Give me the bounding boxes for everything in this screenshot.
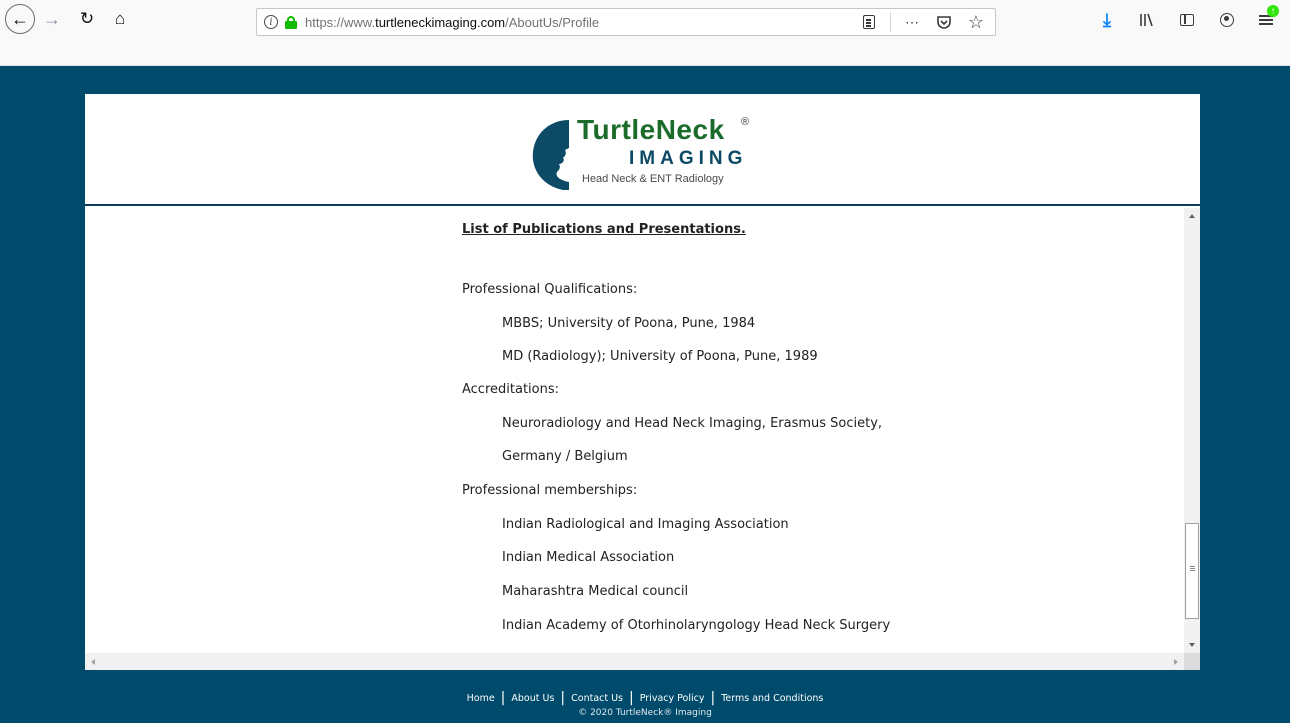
scroll-thumb[interactable] (1185, 523, 1199, 619)
scroll-up-icon[interactable] (1189, 214, 1195, 218)
footer-link-contact[interactable]: Contact Us (571, 693, 623, 704)
content-card: TurtleNeck ® IMAGING Head Neck & ENT Rad… (85, 94, 1200, 670)
membership-item: Indian Radiological and Imaging Associat… (502, 517, 789, 532)
accreditation-item: Neuroradiology and Head Neck Imaging, Er… (502, 416, 883, 431)
footer-divider: | (560, 690, 566, 706)
account-icon[interactable] (1216, 8, 1238, 32)
reload-icon[interactable]: ↻ (75, 6, 99, 32)
footer-link-privacy[interactable]: Privacy Policy (640, 693, 705, 704)
membership-item: Indian Medical Association (502, 550, 675, 565)
address-bar[interactable]: i https://www.turtleneckimaging.com/Abou… (256, 8, 996, 36)
toolbar-right: ⤓ ↑ (1096, 5, 1279, 32)
site-header: TurtleNeck ® IMAGING Head Neck & ENT Rad… (85, 94, 1200, 206)
forward-icon[interactable]: → (40, 6, 64, 32)
scroll-down-icon[interactable] (1189, 643, 1195, 647)
logo-name: TurtleNeck (577, 114, 725, 145)
footer-divider: | (710, 690, 716, 706)
footer-link-about[interactable]: About Us (511, 693, 554, 704)
footer-link-terms[interactable]: Terms and Conditions (721, 693, 823, 704)
info-icon[interactable]: i (264, 15, 278, 29)
head-silhouette-icon (532, 120, 569, 190)
scroll-right-icon[interactable] (1174, 659, 1178, 665)
back-icon[interactable]: ← (5, 4, 35, 34)
url-prefix: https://www. (305, 14, 376, 30)
qualifications-heading: Professional Qualifications: (462, 282, 638, 297)
footer-link-home[interactable]: Home (467, 693, 495, 704)
logo-imaging: IMAGING (629, 148, 748, 169)
pocket-icon[interactable] (933, 11, 955, 33)
more-actions-icon[interactable]: ⋯ (901, 11, 923, 33)
bookmark-star-icon[interactable]: ☆ (965, 11, 987, 33)
page-background: TurtleNeck ® IMAGING Head Neck & ENT Rad… (0, 66, 1290, 723)
qualification-item: MBBS; University of Poona, Pune, 1984 (502, 316, 756, 331)
copyright: © 2020 TurtleNeck® Imaging (578, 708, 712, 718)
accreditation-item: Germany / Belgium (502, 449, 628, 464)
footer-divider: | (629, 690, 634, 706)
memberships-heading: Professional memberships: (462, 483, 638, 498)
home-icon[interactable]: ⌂ (108, 6, 132, 32)
scroll-left-icon[interactable] (91, 659, 95, 665)
membership-item: Maharashtra Medical council (502, 584, 689, 599)
update-badge: ↑ (1267, 5, 1279, 17)
accreditations-heading: Accreditations: (462, 382, 559, 397)
scrollbar-corner (1184, 653, 1200, 670)
footer-links: Home | About Us | Contact Us | Privacy P… (0, 690, 1290, 706)
footer-divider: | (500, 690, 506, 706)
lock-icon[interactable] (285, 15, 297, 29)
qualification-item: MD (Radiology); University of Poona, Pun… (502, 349, 818, 364)
logo-registered: ® (741, 116, 750, 128)
publications-link[interactable]: List of Publications and Presentations. (462, 222, 746, 237)
logo-tagline: Head Neck & ENT Radiology (582, 173, 724, 185)
url-domain: turtleneckimaging.com (375, 14, 506, 30)
sidebar-icon[interactable] (1176, 8, 1198, 32)
site-footer: Home | About Us | Contact Us | Privacy P… (0, 690, 1290, 718)
url-text[interactable]: https://www.turtleneckimaging.com/AboutU… (305, 15, 599, 30)
horizontal-scrollbar[interactable] (85, 653, 1184, 670)
membership-item: Indian Academy of Otorhinolaryngology He… (502, 618, 891, 633)
library-icon[interactable] (1136, 8, 1158, 32)
download-icon[interactable]: ⤓ (1096, 8, 1118, 32)
site-logo[interactable]: TurtleNeck ® IMAGING Head Neck & ENT Rad… (529, 114, 769, 194)
reader-view-icon[interactable] (858, 11, 880, 33)
profile-content: List of Publications and Presentations. … (85, 208, 1184, 653)
url-path: /AboutUs/Profile (505, 14, 600, 30)
menu-icon[interactable]: ↑ (1256, 5, 1279, 32)
url-actions: ⋯ ☆ (858, 11, 987, 33)
browser-toolbar: ← → ↻ ⌂ i https://www.turtleneckimaging.… (0, 0, 1290, 66)
url-separator (890, 12, 891, 32)
vertical-scrollbar[interactable] (1184, 208, 1200, 653)
